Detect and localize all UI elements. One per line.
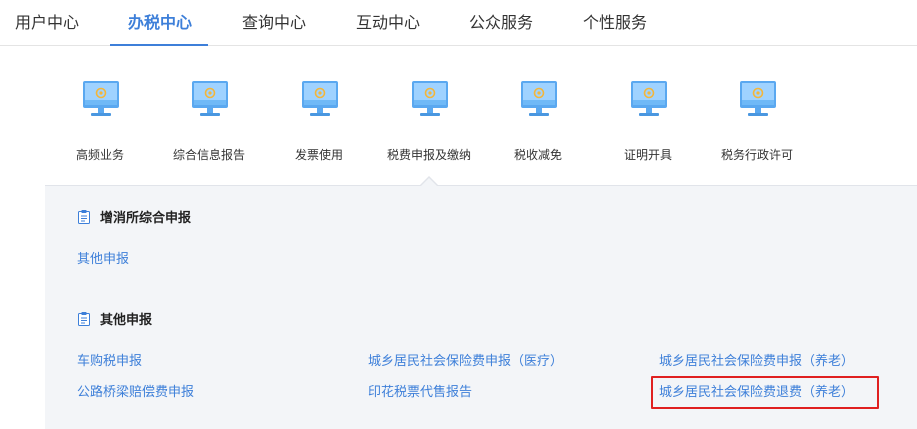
monitor-icon (83, 81, 119, 116)
monitor-icon (302, 81, 338, 116)
link-other-filing[interactable]: 其他申报 (77, 251, 129, 269)
monitor-icon (412, 81, 448, 116)
section-title-other-filing: 其他申报 (78, 311, 152, 331)
category-label: 税务行政许可 (720, 148, 793, 162)
tab-tax-center[interactable]: 办税中心 (128, 0, 192, 46)
category-tax-reduction[interactable]: 税收减免 (483, 72, 593, 172)
monitor-icon (740, 81, 776, 116)
highlight-box (651, 376, 879, 409)
link-vehicle-purchase-tax[interactable]: 车购税申报 (77, 353, 142, 371)
panel-pointer-fill (420, 178, 438, 187)
category-admin-license[interactable]: 税务行政许可 (702, 72, 812, 172)
section-title-text: 其他申报 (100, 313, 153, 328)
monitor-icon (521, 81, 557, 116)
monitor-icon (631, 81, 667, 116)
category-certificate[interactable]: 证明开具 (593, 72, 703, 172)
link-social-insurance-medical[interactable]: 城乡居民社会保险费申报（医疗） (368, 353, 563, 371)
category-info-report[interactable]: 综合信息报告 (154, 72, 264, 172)
monitor-icon (192, 81, 228, 116)
category-high-frequency[interactable]: 高频业务 (45, 72, 155, 172)
link-stamp-tax-sales-report[interactable]: 印花税票代售报告 (368, 384, 472, 402)
document-icon (78, 311, 90, 326)
document-icon (78, 209, 90, 224)
category-label: 发票使用 (294, 148, 343, 162)
tab-user-center[interactable]: 用户中心 (15, 0, 79, 46)
tab-query-center[interactable]: 查询中心 (242, 0, 306, 46)
tab-personal-service[interactable]: 个性服务 (583, 0, 647, 46)
link-social-insurance-pension[interactable]: 城乡居民社会保险费申报（养老） (659, 353, 854, 371)
active-tab-indicator (110, 44, 208, 46)
category-invoice-use[interactable]: 发票使用 (264, 72, 374, 172)
tab-public-service[interactable]: 公众服务 (469, 0, 533, 46)
link-road-bridge-compensation[interactable]: 公路桥梁赔偿费申报 (77, 384, 194, 402)
section-title-combined-filing: 增消所综合申报 (78, 209, 191, 229)
category-label: 综合信息报告 (172, 148, 245, 162)
category-label: 证明开具 (623, 148, 672, 162)
category-label: 税收减免 (513, 148, 562, 162)
top-navigation: 用户中心 办税中心 查询中心 互动中心 公众服务 个性服务 (0, 0, 917, 46)
tab-interaction-center[interactable]: 互动中心 (356, 0, 420, 46)
category-label: 高频业务 (75, 148, 124, 162)
section-title-text: 增消所综合申报 (100, 211, 192, 226)
category-label: 税费申报及缴纳 (386, 148, 471, 162)
category-tax-filing-payment[interactable]: 税费申报及缴纳 (374, 72, 484, 172)
